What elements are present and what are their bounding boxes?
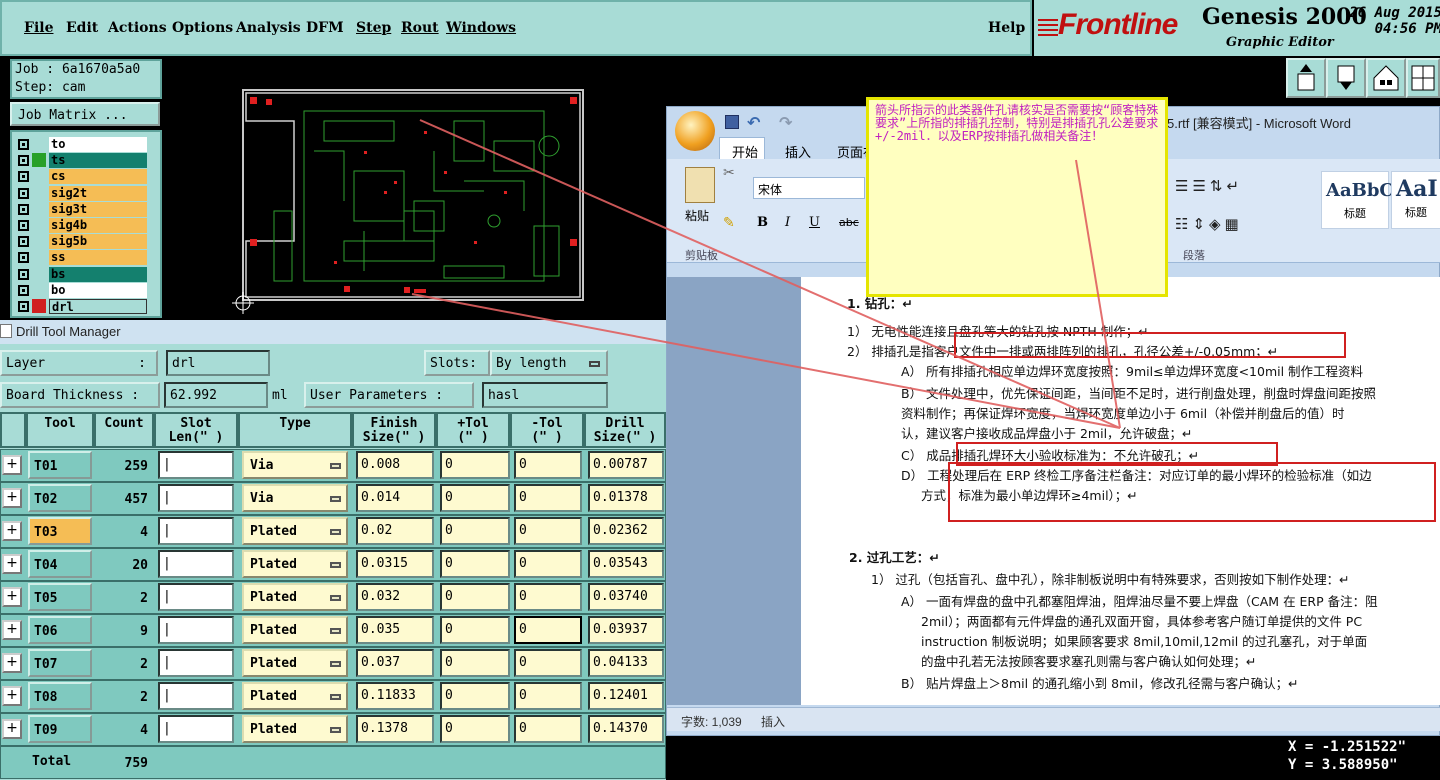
coord-x: X = -1.251522" [1288,739,1407,755]
home-icon[interactable] [1366,58,1406,98]
cursor-coordinates: X = -1.251522" Y = 3.588950" [1284,736,1440,780]
coord-y: Y = 3.588950" [1288,757,1398,773]
annotation-arrows [411,119,1121,429]
import-icon[interactable] [1326,58,1366,98]
export-icon[interactable] [1286,58,1326,98]
window-grid-icon[interactable] [1406,58,1440,98]
